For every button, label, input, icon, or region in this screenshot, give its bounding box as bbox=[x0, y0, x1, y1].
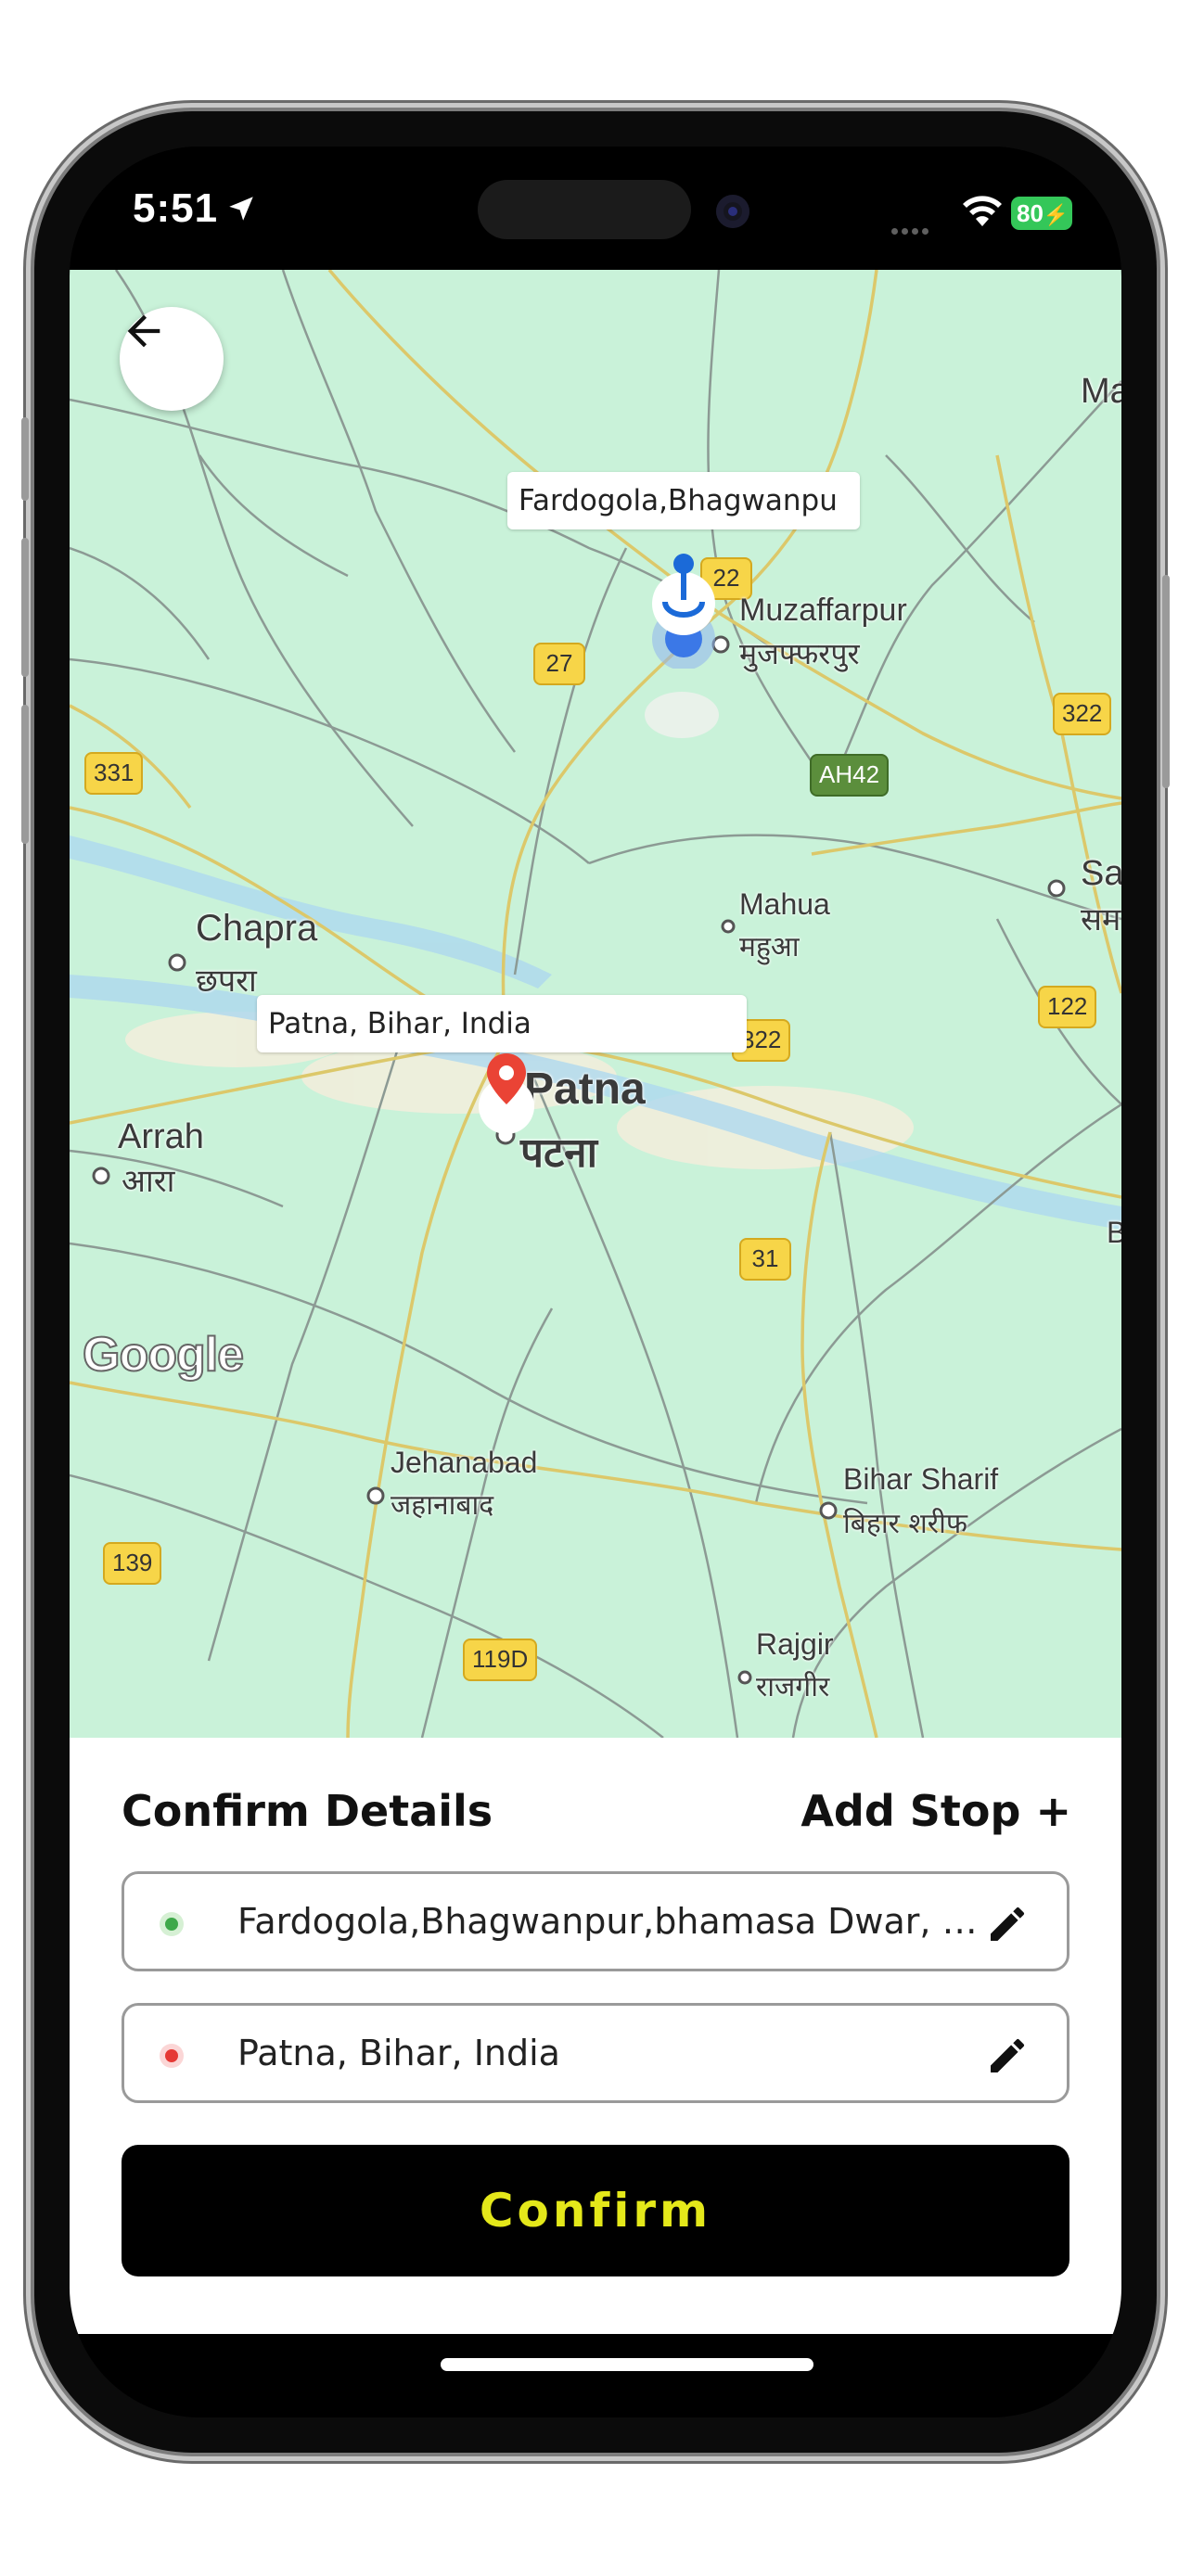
dynamic-island bbox=[478, 180, 691, 239]
battery-icon: 80⚡ bbox=[1011, 197, 1072, 230]
pickup-field[interactable]: Fardogola,Bhagwanpur,bhamasa Dwar, 48... bbox=[122, 1871, 1069, 1971]
city-label: Arrah bbox=[118, 1117, 204, 1156]
dropoff-address: Patna, Bihar, India bbox=[237, 2033, 560, 2073]
arrow-left-icon bbox=[127, 314, 160, 348]
city-label-hindi: आरा bbox=[122, 1163, 175, 1200]
pickup-dot-icon bbox=[160, 1912, 184, 1936]
confirm-button[interactable]: Confirm bbox=[122, 2145, 1069, 2276]
edit-pickup-icon[interactable] bbox=[985, 1902, 1030, 1946]
city-label: Rajgir bbox=[756, 1627, 834, 1661]
city-label-hindi: छपरा bbox=[196, 963, 257, 1000]
city-label-hindi: जहानाबाद bbox=[391, 1489, 494, 1522]
city-label: Patna bbox=[524, 1065, 646, 1114]
city-label-hindi: महुआ bbox=[739, 931, 800, 963]
road-shield: 119D bbox=[463, 1639, 538, 1681]
city-label-edge: Sa bbox=[1081, 854, 1121, 893]
city-label-hindi: मुजफ्फरपुर bbox=[739, 636, 860, 671]
road-shield: AH42 bbox=[810, 754, 890, 797]
home-indicator[interactable] bbox=[441, 2358, 813, 2371]
city-label-edge: सम bbox=[1081, 901, 1121, 938]
road-shield: 139 bbox=[103, 1542, 162, 1585]
pickup-address: Fardogola,Bhagwanpur,bhamasa Dwar, 48... bbox=[237, 1901, 980, 1942]
edit-dropoff-icon[interactable] bbox=[985, 2034, 1030, 2078]
pickup-marker-icon[interactable] bbox=[637, 548, 730, 669]
back-button[interactable] bbox=[120, 307, 224, 411]
phone-frame: 5:51 80⚡ 22 27 331 AH42 322 322 122 31 1… bbox=[21, 111, 1170, 2453]
city-label-hindi: बिहार शरीफ bbox=[843, 1508, 967, 1540]
city-label-edge: Ma bbox=[1081, 372, 1121, 411]
city-label-hindi: राजगीर bbox=[756, 1671, 830, 1703]
battery-level: 80 bbox=[1017, 199, 1044, 227]
road-shield: 31 bbox=[739, 1238, 791, 1281]
city-label: Jehanabad bbox=[391, 1446, 538, 1479]
status-bar: 5:51 80⚡ bbox=[70, 147, 1121, 270]
signal-icon bbox=[891, 221, 932, 238]
city-label: Chapra bbox=[196, 908, 318, 949]
status-time: 5:51 bbox=[133, 185, 219, 231]
drop-marker-icon[interactable] bbox=[474, 1049, 539, 1141]
dropoff-field[interactable]: Patna, Bihar, India bbox=[122, 2003, 1069, 2103]
wifi-icon bbox=[963, 196, 1002, 226]
road-shield: 331 bbox=[84, 752, 144, 795]
dropoff-dot-icon bbox=[160, 2044, 184, 2068]
screen: 5:51 80⚡ 22 27 331 AH42 322 322 122 31 1… bbox=[70, 147, 1121, 2417]
city-label: Bihar Sharif bbox=[843, 1462, 999, 1496]
location-arrow-icon bbox=[229, 197, 253, 221]
road-shield: 27 bbox=[533, 643, 585, 685]
sheet-title: Confirm Details bbox=[122, 1786, 493, 1836]
road-shield: 122 bbox=[1038, 986, 1097, 1028]
city-label: Mahua bbox=[739, 887, 830, 921]
camera-icon bbox=[716, 195, 749, 228]
confirm-details-sheet: Confirm Details Add Stop + Fardogola,Bha… bbox=[70, 1738, 1121, 2334]
pickup-marker-label: Fardogola,Bhagwanpu bbox=[507, 472, 860, 529]
drop-marker-label: Patna, Bihar, India bbox=[257, 995, 747, 1052]
road-shield: 322 bbox=[1053, 693, 1112, 735]
city-label-edge: B bbox=[1107, 1216, 1121, 1249]
add-stop-button[interactable]: Add Stop + bbox=[800, 1786, 1071, 1836]
google-logo: Google bbox=[82, 1327, 245, 1383]
map-view[interactable]: 22 27 331 AH42 322 322 122 31 139 119D M… bbox=[70, 270, 1121, 1738]
city-label: Muzaffarpur bbox=[739, 593, 907, 628]
